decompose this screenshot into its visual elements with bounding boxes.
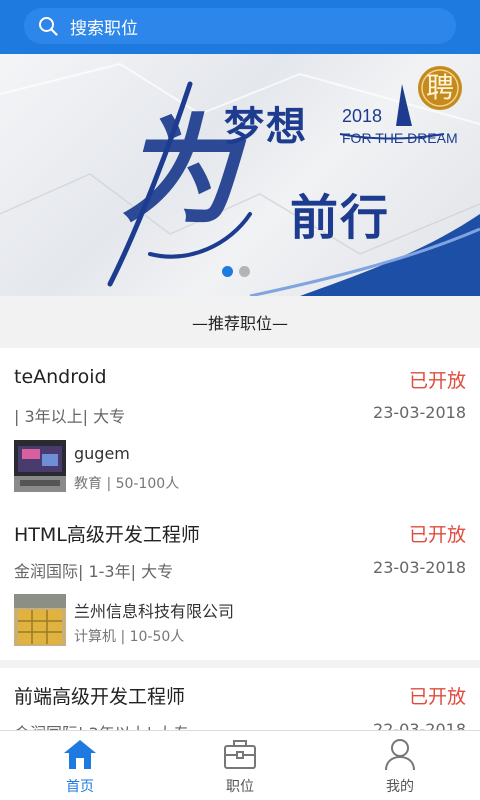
job-title: 前端高级开发工程师 xyxy=(14,686,186,708)
nav-item-home[interactable]: 首页 xyxy=(0,731,160,800)
banner-brush-glyph: 为 xyxy=(120,101,239,240)
banner-headline-2: 前行 xyxy=(290,190,391,246)
banner-seal-glyph: 聘 xyxy=(426,71,455,104)
laptop-photo-icon xyxy=(14,440,66,492)
job-card[interactable]: teAndroid 已开放 | 3年以上| 大专 23-03-2018 guge… xyxy=(0,348,480,506)
job-card[interactable]: HTML高级开发工程师 已开放 金润国际| 1-3年| 大专 23-03-201… xyxy=(0,506,480,660)
banner-tagline: FOR THE DREAM xyxy=(342,130,458,146)
job-date: 23-03-2018 xyxy=(373,403,466,422)
banner-carousel[interactable]: 为 梦想 前行 2018 FOR THE DREAM 聘 xyxy=(0,54,480,296)
company-info: 教育 | 50-100人 xyxy=(74,476,180,492)
job-title: HTML高级开发工程师 xyxy=(14,524,200,546)
user-icon xyxy=(385,739,415,771)
job-status: 已开放 xyxy=(408,524,466,546)
briefcase-icon xyxy=(224,740,256,769)
nav-item-jobs[interactable]: 职位 xyxy=(160,731,320,800)
carousel-dot[interactable] xyxy=(239,266,250,277)
nav-label: 职位 xyxy=(226,779,254,795)
search-bar[interactable]: 搜索职位 xyxy=(24,8,456,44)
job-date: 23-03-2018 xyxy=(373,558,466,577)
company-name: 兰州信息科技有限公司 xyxy=(74,602,235,621)
carousel-dot-active[interactable] xyxy=(222,266,233,277)
job-meta: 金润国际| 1-3年| 大专 xyxy=(14,562,174,581)
job-card[interactable]: 前端高级开发工程师 已开放 金润国际| 3年以上| 大专 22-03-2018 xyxy=(0,668,480,730)
search-icon xyxy=(39,17,58,36)
job-date: 22-03-2018 xyxy=(373,720,466,730)
job-title: teAndroid xyxy=(14,366,107,388)
banner-headline-1: 梦想 xyxy=(224,104,308,150)
carousel-indicator xyxy=(222,266,250,277)
top-bar: 搜索职位 xyxy=(0,0,480,54)
nav-label: 首页 xyxy=(66,779,94,795)
nav-label: 我的 xyxy=(386,779,414,795)
section-title: —推荐职位— xyxy=(0,296,480,348)
banner-year: 2018 xyxy=(342,106,383,126)
company-info: 计算机 | 10-50人 xyxy=(74,629,185,645)
company-name: gugem xyxy=(74,444,130,463)
crates-photo-icon xyxy=(14,594,66,646)
job-meta: 金润国际| 3年以上| 大专 xyxy=(14,720,189,730)
search-placeholder[interactable]: 搜索职位 xyxy=(70,14,138,39)
bottom-nav: 首页 职位 我的 xyxy=(0,730,480,800)
job-status: 已开放 xyxy=(408,686,466,708)
nav-item-profile[interactable]: 我的 xyxy=(320,731,480,800)
home-icon xyxy=(64,740,96,769)
job-status: 已开放 xyxy=(408,370,466,392)
job-meta: | 3年以上| 大专 xyxy=(14,407,126,426)
banner-artwork xyxy=(0,62,480,296)
